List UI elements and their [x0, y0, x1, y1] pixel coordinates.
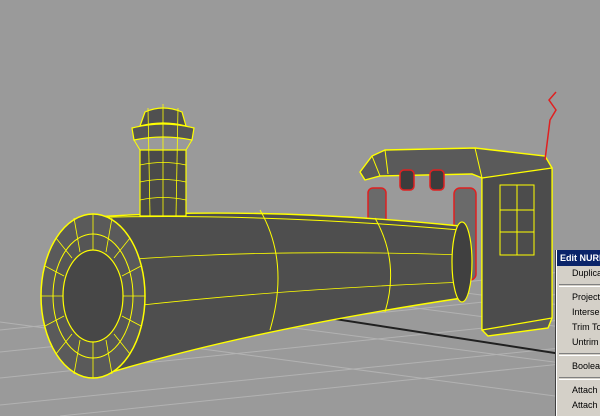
- context-menu: Edit NURB Duplica Project Interse Trim T…: [556, 250, 600, 416]
- menu-item-project[interactable]: Project: [557, 290, 600, 305]
- cab-window: [399, 169, 415, 191]
- menu-divider: [559, 353, 600, 356]
- menu-title: Edit NURB: [557, 250, 600, 266]
- smokebox-front[interactable]: [40, 213, 146, 379]
- menu-item-attach-2[interactable]: Attach: [557, 398, 600, 413]
- menu-divider: [559, 284, 600, 287]
- menu-item-untrim[interactable]: Untrim S: [557, 335, 600, 350]
- menu-item-duplicate[interactable]: Duplica: [557, 266, 600, 281]
- viewport-canvas[interactable]: [0, 0, 600, 416]
- chimney[interactable]: [131, 104, 195, 217]
- menu-item-attach[interactable]: Attach: [557, 383, 600, 398]
- menu-item-trim-to[interactable]: Trim To: [557, 320, 600, 335]
- cab-window: [429, 169, 445, 191]
- 3d-viewport[interactable]: Edit NURB Duplica Project Interse Trim T…: [0, 0, 600, 416]
- menu-divider: [559, 377, 600, 380]
- menu-item-intersect[interactable]: Interse: [557, 305, 600, 320]
- menu-item-boolean[interactable]: Boolear: [557, 359, 600, 374]
- cab-selection-curve: [544, 91, 557, 161]
